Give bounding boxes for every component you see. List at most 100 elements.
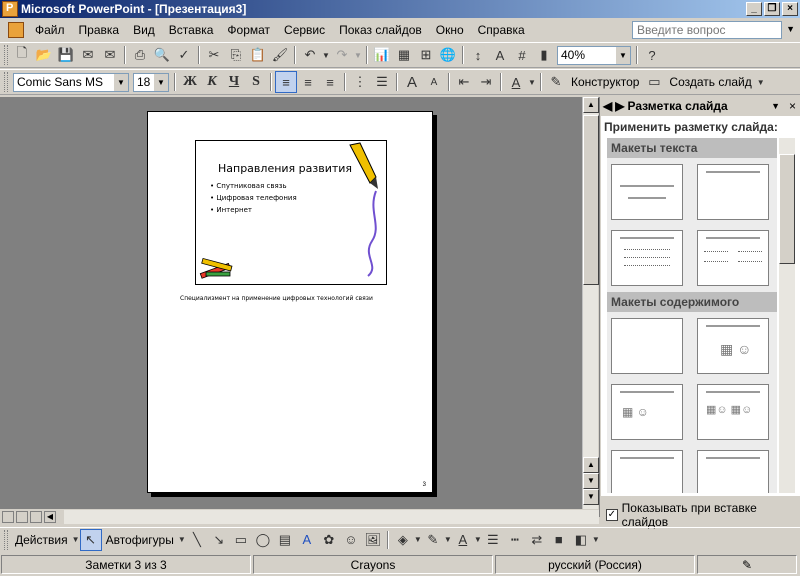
toolbar-grip[interactable] <box>4 45 8 65</box>
table-icon[interactable]: ▦ <box>393 44 415 66</box>
chevron-down-icon[interactable]: ▼ <box>72 529 80 551</box>
layout-two-column-text[interactable] <box>697 230 769 286</box>
taskpane-scrollbar[interactable] <box>779 138 795 493</box>
arrow-icon[interactable]: ↘ <box>208 529 230 551</box>
layout-title-only[interactable] <box>697 164 769 220</box>
chevron-down-icon[interactable]: ▼ <box>592 529 600 551</box>
3d-style-icon[interactable]: ◧ <box>570 529 592 551</box>
undo-icon[interactable]: ↶ <box>299 44 321 66</box>
chart-icon[interactable]: 📊 <box>371 44 393 66</box>
draw-actions-menu[interactable]: Действия <box>11 533 72 547</box>
menu-tools[interactable]: Сервис <box>277 20 332 40</box>
layout-content-grid-2[interactable] <box>697 450 769 493</box>
wordart-icon[interactable]: A <box>296 529 318 551</box>
scroll-thumb[interactable] <box>583 115 599 285</box>
taskpane-menu-icon[interactable]: ▼ <box>771 101 780 111</box>
bullets-icon[interactable]: ☰ <box>371 71 393 93</box>
copy-icon[interactable]: ⎘ <box>225 44 247 66</box>
help-question-input[interactable]: Введите вопрос <box>632 21 782 39</box>
back-arrow-icon[interactable]: ◀ <box>603 99 612 113</box>
shadow-button[interactable]: S <box>245 71 267 93</box>
chevron-down-icon[interactable]: ▼ <box>444 529 452 551</box>
toolbar-grip[interactable] <box>4 529 8 550</box>
zoom-combo[interactable]: 40% ▼ <box>557 45 631 65</box>
menu-insert[interactable]: Вставка <box>162 20 221 40</box>
align-right-icon[interactable]: ≡ <box>319 71 341 93</box>
toolbar-options-icon[interactable]: ▼ <box>756 71 766 93</box>
chevron-down-icon[interactable]: ▼ <box>154 73 168 91</box>
increase-font-icon[interactable]: A <box>401 71 423 93</box>
toolbar-grip[interactable] <box>4 72 8 92</box>
scroll-left-icon[interactable]: ◀ <box>44 511 56 523</box>
font-color-icon[interactable]: A <box>452 529 474 551</box>
help-dropdown-icon[interactable]: ▼ <box>786 24 795 34</box>
format-painter-icon[interactable]: 🖌 <box>269 44 291 66</box>
permission-icon[interactable]: ✉ <box>77 44 99 66</box>
new-slide-button[interactable]: Создать слайд <box>665 75 755 89</box>
slide-sorter-view-icon[interactable] <box>16 511 28 523</box>
color-grayscale-icon[interactable]: ▮ <box>533 44 555 66</box>
scroll-down-icon[interactable]: ▼ <box>583 489 599 505</box>
hyperlink-icon[interactable]: 🌐 <box>437 44 459 66</box>
decrease-indent-icon[interactable]: ⇤ <box>453 71 475 93</box>
menu-help[interactable]: Справка <box>471 20 532 40</box>
powerpoint-app-icon[interactable] <box>2 1 18 17</box>
chevron-down-icon[interactable]: ▼ <box>616 46 630 64</box>
menu-edit[interactable]: Правка <box>72 20 127 40</box>
layout-two-content[interactable]: ▦ ☺ <box>611 384 683 440</box>
redo-dropdown-icon[interactable]: ▼ <box>353 44 363 66</box>
show-on-insert-checkbox[interactable]: ✓ Показывать при вставке слайдов <box>606 501 800 529</box>
dash-style-icon[interactable]: ┅ <box>504 529 526 551</box>
arrow-style-icon[interactable]: ⇄ <box>526 529 548 551</box>
minimize-button[interactable]: _ <box>746 2 762 16</box>
workspace-vertical-scrollbar[interactable]: ▲ ▲ ▼ ▼ <box>582 97 599 509</box>
new-icon[interactable]: 🗋 <box>11 44 33 66</box>
scroll-up-icon[interactable]: ▲ <box>583 457 599 473</box>
layout-title-slide[interactable] <box>611 164 683 220</box>
tables-borders-icon[interactable]: ⊞ <box>415 44 437 66</box>
checkbox-checked-icon[interactable]: ✓ <box>606 509 618 521</box>
numbering-icon[interactable]: ⋮ <box>349 71 371 93</box>
print-icon[interactable]: ⎙ <box>129 44 151 66</box>
align-center-icon[interactable]: ≡ <box>297 71 319 93</box>
slideshow-view-icon[interactable] <box>30 511 42 523</box>
oval-icon[interactable]: ◯ <box>252 529 274 551</box>
notes-text[interactable]: Специализмент на применение цифровых тех… <box>180 295 373 302</box>
italic-button[interactable]: К <box>201 71 223 93</box>
increase-indent-icon[interactable]: ⇥ <box>475 71 497 93</box>
textbox-icon[interactable]: ▤ <box>274 529 296 551</box>
chevron-down-icon[interactable]: ▼ <box>474 529 482 551</box>
picture-icon[interactable]: 🖼 <box>362 529 384 551</box>
email-icon[interactable]: ✉ <box>99 44 121 66</box>
expand-all-icon[interactable]: ↕ <box>467 44 489 66</box>
slide-thumbnail[interactable]: Направления развития Спутниковая связь Ц… <box>195 140 387 285</box>
spelling-status-icon[interactable]: ✎ <box>697 555 797 574</box>
chevron-down-icon[interactable]: ▼ <box>414 529 422 551</box>
chevron-down-icon[interactable]: ▼ <box>114 73 128 91</box>
line-icon[interactable]: ╲ <box>186 529 208 551</box>
close-button[interactable]: × <box>782 2 798 16</box>
font-color-dropdown-icon[interactable]: ▼ <box>527 71 537 93</box>
font-combo[interactable]: Comic Sans MS ▼ <box>13 72 129 92</box>
open-icon[interactable]: 📂 <box>33 44 55 66</box>
align-left-icon[interactable]: ≡ <box>275 71 297 93</box>
chevron-down-icon[interactable]: ▼ <box>178 529 186 551</box>
layout-blank[interactable] <box>611 318 683 374</box>
decrease-font-icon[interactable]: A <box>423 71 445 93</box>
show-formatting-icon[interactable]: A <box>489 44 511 66</box>
scroll-up-icon[interactable]: ▲ <box>583 97 599 113</box>
notes-page[interactable]: Направления развития Спутниковая связь Ц… <box>147 111 433 493</box>
bold-button[interactable]: Ж <box>179 71 201 93</box>
underline-button[interactable]: Ч <box>223 71 245 93</box>
show-grid-icon[interactable]: # <box>511 44 533 66</box>
autoshapes-menu[interactable]: Автофигуры <box>102 533 178 547</box>
undo-dropdown-icon[interactable]: ▼ <box>321 44 331 66</box>
scroll-down-icon[interactable]: ▼ <box>583 473 599 489</box>
line-style-icon[interactable]: ☰ <box>482 529 504 551</box>
line-color-icon[interactable]: ✎ <box>422 529 444 551</box>
menu-file[interactable]: Файл <box>28 20 72 40</box>
fill-color-icon[interactable]: ◈ <box>392 529 414 551</box>
layout-content-grid[interactable] <box>611 450 683 493</box>
shadow-style-icon[interactable]: ■ <box>548 529 570 551</box>
font-size-combo[interactable]: 18 ▼ <box>133 72 169 92</box>
